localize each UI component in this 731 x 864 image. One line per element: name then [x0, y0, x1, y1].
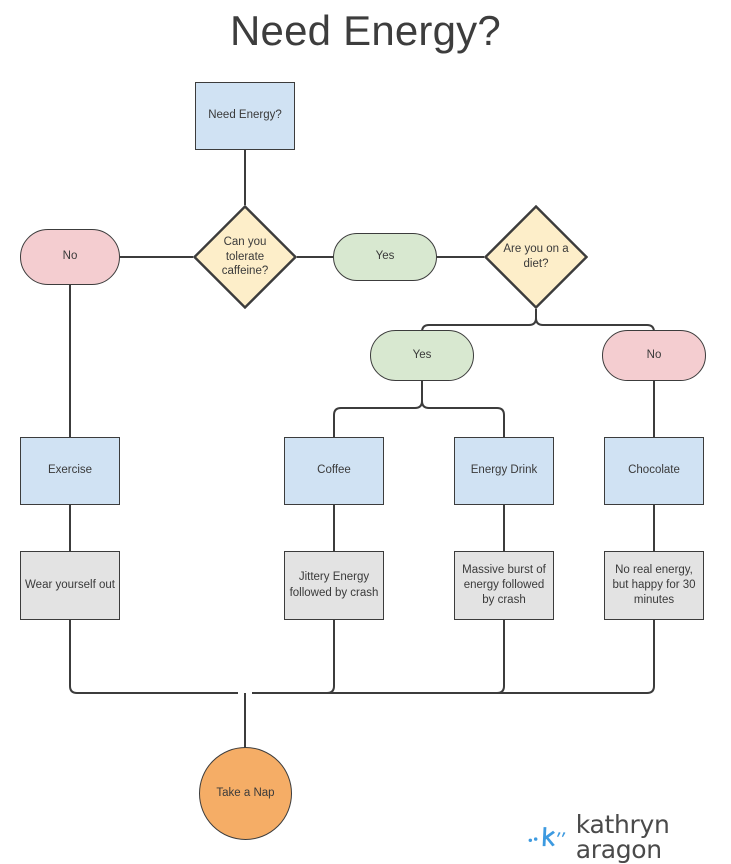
node-start-label: Need Energy?	[208, 109, 282, 122]
node-end-label: Take a Nap	[216, 786, 275, 799]
node-caffeine-question[interactable]: Can you tolerate caffeine?	[193, 205, 297, 309]
diet-label-line1: Are you on a	[503, 243, 569, 256]
node-end-take-a-nap[interactable]: Take a Nap	[199, 747, 292, 840]
node-exercise-outcome[interactable]: Wear yourself out	[20, 551, 120, 620]
edge-coffeeoutcome-to-bus	[252, 620, 335, 694]
node-diet-yes[interactable]: Yes	[370, 330, 474, 381]
node-diet-no[interactable]: No	[602, 330, 706, 381]
edge-dietyes-to-coffee	[333, 381, 423, 437]
node-caffeine-yes-label: Yes	[375, 250, 395, 263]
flowchart-canvas: Need Energy? Need Energy? Can you tolera…	[0, 0, 731, 862]
caffeine-label-line1: Can you	[223, 235, 267, 248]
node-chocolate-label: Chocolate	[628, 464, 680, 477]
stylized-k-icon	[528, 827, 566, 847]
node-coffee-outcome-label: Jittery Energy followed by crash	[289, 571, 379, 599]
edge-energydrinkoutcome-to-bus	[252, 620, 505, 694]
caffeine-label-line3: caffeine?	[221, 265, 269, 278]
node-exercise[interactable]: Exercise	[20, 437, 120, 505]
node-exercise-label: Exercise	[47, 464, 93, 477]
node-diet-question[interactable]: Are you on a diet?	[484, 205, 588, 309]
node-exercise-outcome-label: Wear yourself out	[25, 578, 115, 591]
edge-diet-to-yes	[421, 309, 537, 333]
node-chocolate-outcome-label: No real energy, but happy for 30 minutes	[612, 563, 696, 607]
node-energy-drink[interactable]: Energy Drink	[454, 437, 554, 505]
node-coffee-label: Coffee	[317, 464, 351, 477]
node-caffeine-question-label: Can you tolerate caffeine?	[193, 235, 297, 280]
edge-exerciseoutcome-to-bus	[69, 620, 238, 694]
node-energy-drink-label: Energy Drink	[470, 464, 538, 477]
node-coffee[interactable]: Coffee	[284, 437, 384, 505]
node-diet-question-label: Are you on a diet?	[484, 242, 588, 272]
node-energy-drink-outcome-label: Massive burst of energy followed by cras…	[462, 563, 546, 607]
caffeine-label-line2: tolerate	[225, 250, 265, 263]
edge-dietyes-to-energydrink	[421, 400, 505, 437]
node-caffeine-no[interactable]: No	[20, 229, 120, 285]
node-chocolate-outcome[interactable]: No real energy, but happy for 30 minutes	[604, 551, 704, 620]
node-chocolate[interactable]: Chocolate	[604, 437, 704, 505]
connector-edges	[69, 150, 655, 748]
page-title: Need Energy?	[230, 7, 501, 54]
edge-chocolateoutcome-to-bus	[252, 620, 655, 694]
diet-label-line2: diet?	[523, 258, 549, 270]
node-start[interactable]: Need Energy?	[195, 82, 295, 150]
node-energy-drink-outcome[interactable]: Massive burst of energy followed by cras…	[454, 551, 554, 620]
node-diet-no-label: No	[646, 348, 662, 361]
node-caffeine-no-label: No	[62, 250, 78, 263]
node-coffee-outcome[interactable]: Jittery Energy followed by crash	[284, 551, 384, 620]
node-diet-yes-label: Yes	[412, 348, 432, 361]
node-caffeine-yes[interactable]: Yes	[333, 233, 437, 281]
